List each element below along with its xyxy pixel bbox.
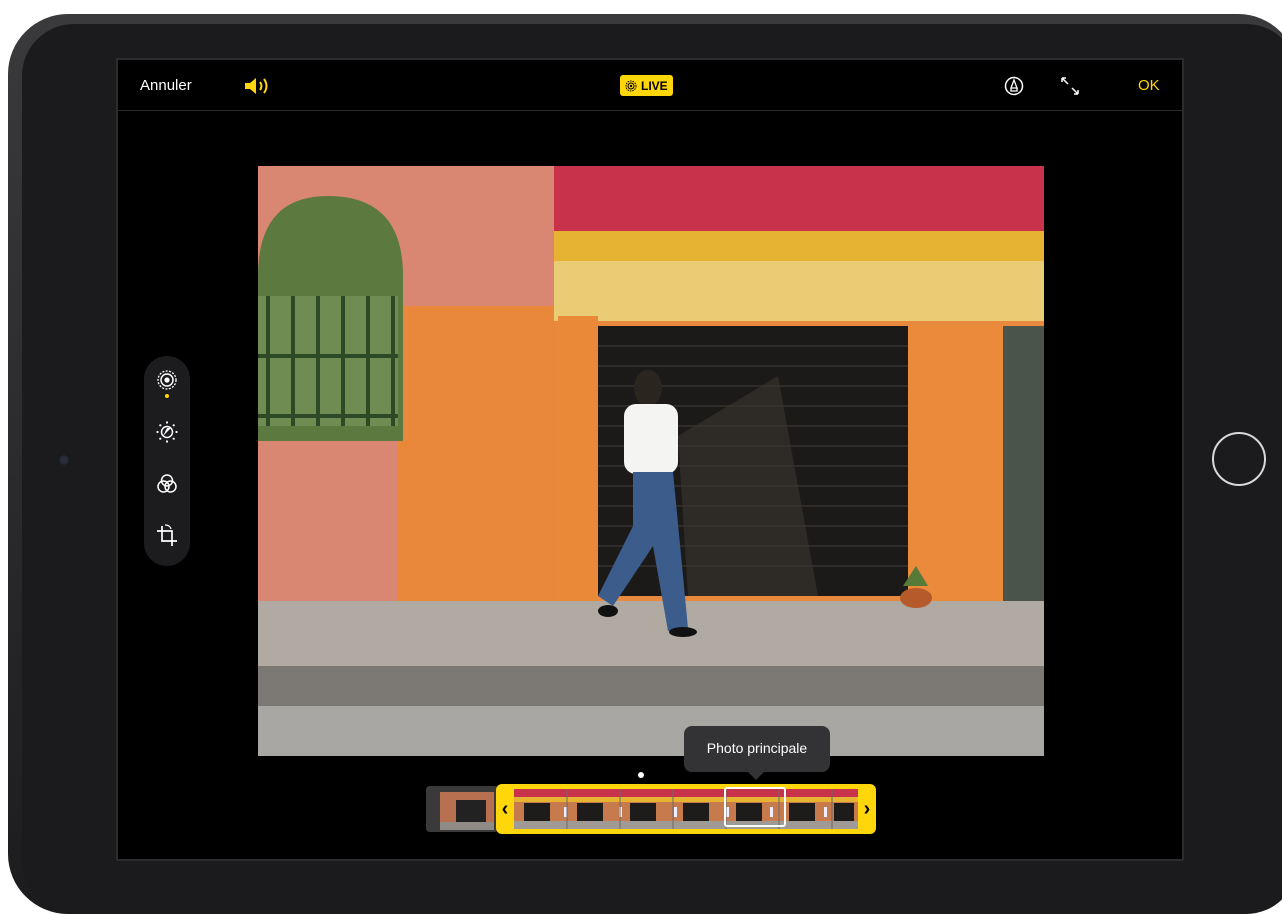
live-photo-icon <box>625 80 637 91</box>
active-tool-indicator <box>165 394 169 398</box>
front-camera <box>58 454 70 466</box>
speaker-icon[interactable] <box>242 75 272 97</box>
key-photo-tooltip-label: Photo principale <box>706 740 808 756</box>
markup-pen-icon[interactable] <box>1004 76 1024 96</box>
home-button[interactable] <box>1212 432 1266 486</box>
live-photo-icon[interactable] <box>155 368 179 392</box>
trim-start-handle[interactable]: ‹ <box>498 796 512 822</box>
photo-image <box>258 166 1044 756</box>
adjust-dial-icon[interactable] <box>155 420 179 444</box>
cancel-button[interactable]: Annuler <box>140 77 192 94</box>
frames-strip[interactable] <box>514 789 858 829</box>
editing-tools-panel <box>144 356 190 566</box>
live-label: LIVE <box>641 78 668 93</box>
frame-thumbnail <box>426 786 498 832</box>
ok-button[interactable]: OK <box>1138 77 1160 94</box>
frame-thumbnails <box>514 789 858 829</box>
live-photo-filmstrip: ‹ › <box>426 784 878 834</box>
photo-editor-screen: Annuler LIVE OK Photo principale ‹ › <box>116 58 1184 861</box>
trim-range[interactable]: ‹ › <box>496 784 876 834</box>
expand-arrows-icon[interactable] <box>1060 76 1080 96</box>
key-photo-marker <box>638 772 644 778</box>
crop-rotate-icon[interactable] <box>155 524 179 548</box>
edited-photo[interactable] <box>258 166 1044 756</box>
trimmed-frames <box>426 786 498 832</box>
live-toggle-button[interactable]: LIVE <box>620 75 673 96</box>
top-toolbar: Annuler LIVE OK <box>118 60 1182 111</box>
key-frame-selector[interactable] <box>724 787 786 827</box>
trim-end-handle[interactable]: › <box>860 796 874 822</box>
filters-circles-icon[interactable] <box>155 472 179 496</box>
key-photo-tooltip: Photo principale <box>684 726 830 780</box>
